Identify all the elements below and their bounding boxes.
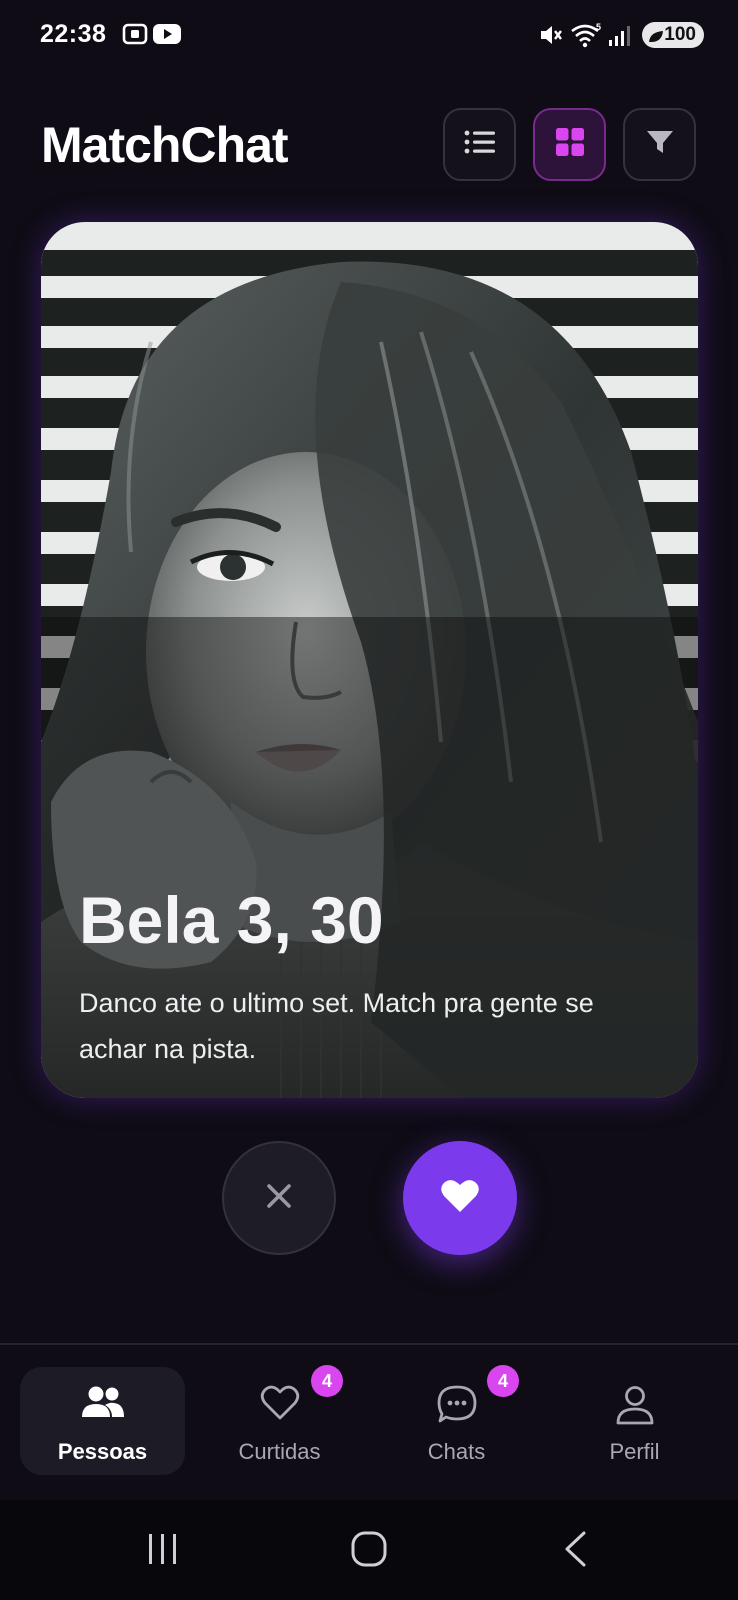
nav-item-pessoas[interactable]: Pessoas	[20, 1367, 185, 1475]
filter-button[interactable]	[623, 108, 696, 181]
chats-count-badge: 4	[487, 1365, 519, 1397]
mute-icon	[538, 22, 564, 53]
app-screen: 22:38 5 100 MatchChat Bela 3, 30 Danco a…	[0, 0, 738, 1600]
nav-label-chats: Chats	[427, 1439, 486, 1464]
profile-name-age: Bela 3, 30	[79, 883, 384, 957]
status-time: 22:38	[40, 20, 107, 48]
filter-icon	[645, 127, 675, 162]
nav-label-curtidas: Curtidas	[238, 1439, 321, 1464]
nav-label-pessoas: Pessoas	[57, 1439, 148, 1464]
home-button[interactable]	[350, 1530, 388, 1573]
chat-bubble-icon	[437, 1385, 477, 1428]
profile-card[interactable]: Bela 3, 30 Danco ate o ultimo set. Match…	[41, 222, 698, 1098]
heart-outline-icon	[260, 1385, 300, 1426]
profile-bio: Danco ate o ultimo set. Match pra gente …	[79, 988, 594, 1064]
close-icon	[264, 1181, 294, 1216]
battery-level: 100	[664, 24, 696, 45]
heart-icon	[440, 1178, 480, 1219]
nav-item-perfil[interactable]: Perfil	[552, 1367, 717, 1475]
battery-saver-icon	[648, 28, 664, 50]
battery-indicator: 100	[642, 22, 704, 48]
signal-icon	[608, 22, 632, 53]
people-icon	[81, 1385, 125, 1424]
svg-text:5: 5	[596, 22, 601, 32]
wifi-icon: 5	[570, 22, 604, 53]
list-view-button[interactable]	[443, 108, 516, 181]
nav-label-perfil: Perfil	[609, 1439, 660, 1464]
youtube-icon	[152, 22, 182, 51]
person-icon	[615, 1385, 655, 1430]
status-bar: 22:38 5 100	[0, 0, 738, 70]
recent-apps-button[interactable]	[146, 1530, 180, 1573]
bottom-navigation: Pessoas Curtidas 4 Chats 4 Perfil	[0, 1343, 738, 1500]
screen-record-icon	[122, 22, 148, 51]
system-navigation-bar	[0, 1500, 738, 1600]
grid-view-button[interactable]	[533, 108, 606, 181]
app-title: MatchChat	[41, 117, 289, 173]
like-button[interactable]	[403, 1141, 517, 1255]
dislike-button[interactable]	[222, 1141, 336, 1255]
list-icon	[464, 129, 496, 160]
back-button[interactable]	[562, 1530, 588, 1573]
curtidas-count-badge: 4	[311, 1365, 343, 1397]
grid-icon	[555, 127, 585, 162]
